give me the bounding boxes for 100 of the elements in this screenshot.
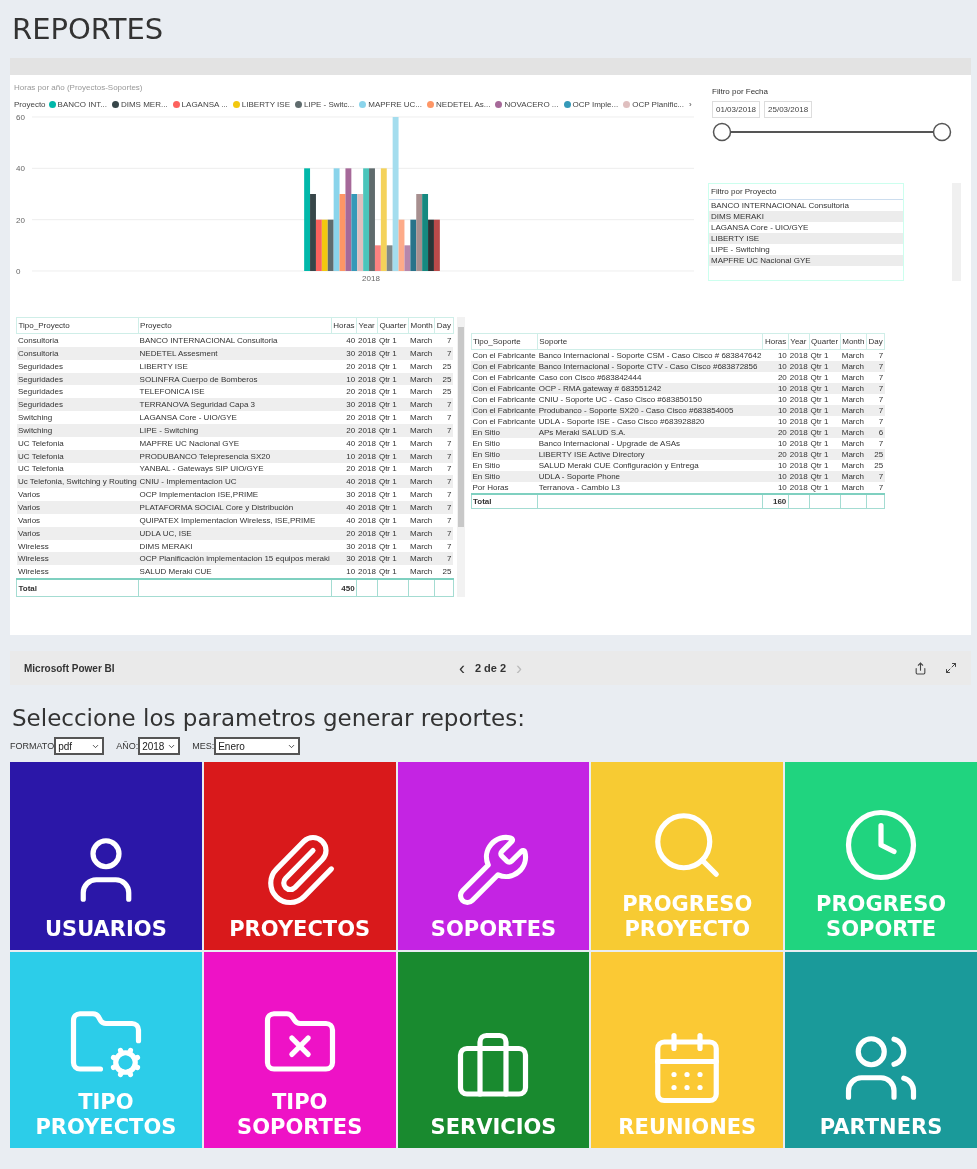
table-cell: TERRANOVA Seguridad Capa 3 bbox=[138, 398, 332, 412]
legend-label: DIMS MER... bbox=[120, 100, 168, 109]
column-header[interactable]: Horas bbox=[762, 333, 789, 350]
table-cell: 10 bbox=[762, 383, 789, 394]
table-cell: 10 bbox=[331, 565, 357, 580]
range-slider[interactable] bbox=[712, 121, 954, 143]
table-cell: Por Horas bbox=[471, 482, 538, 494]
table-cell: En Sitio bbox=[471, 427, 538, 438]
table-cell: BANCO INTERNACIONAL Consultoria bbox=[138, 333, 332, 347]
table-cell-text: 2018 bbox=[357, 347, 377, 360]
table-cell: 20 bbox=[762, 427, 789, 438]
table-cell: 2018 bbox=[356, 385, 378, 399]
table-cell: 7 bbox=[434, 462, 453, 476]
table-cell: March bbox=[408, 513, 435, 527]
axis-tick-label: 20 bbox=[16, 215, 25, 225]
select-field[interactable]: 2018 bbox=[138, 737, 181, 755]
previous-page-button[interactable]: ‹ bbox=[458, 659, 465, 677]
slicer-item[interactable]: DIMS MERAKI bbox=[709, 211, 903, 222]
column-header[interactable]: Horas bbox=[331, 317, 357, 334]
table-cell: Qtr 1 bbox=[377, 333, 409, 347]
table-cell: March bbox=[408, 526, 435, 540]
date-field[interactable]: 25/03/2018 bbox=[764, 101, 813, 118]
axis-tick-label: 40 bbox=[16, 164, 25, 174]
table-cell: 7 bbox=[866, 383, 885, 394]
table-cell: 40 bbox=[331, 436, 357, 450]
table-cell-text: 2018 bbox=[788, 471, 809, 482]
table-cell-text: 2018 bbox=[357, 463, 377, 476]
table-cell: YANBAL - Gateways SIP UIO/GYE bbox=[138, 462, 332, 476]
table-cell: OCP Implementacion ISE,PRIME bbox=[138, 488, 332, 502]
table-cell: Consultoria bbox=[16, 346, 139, 360]
slicer-item[interactable]: LIBERTY ISE bbox=[709, 233, 903, 244]
table-cell: Varios bbox=[16, 488, 139, 502]
field-label: AÑO: bbox=[116, 741, 139, 751]
axis-tick-label: 60 bbox=[16, 113, 25, 122]
column-header[interactable]: Soporte bbox=[537, 333, 763, 350]
table-cell: March bbox=[840, 438, 867, 449]
table-cell: Banco Internacional - Soporte CTV - Caso Cisco #683872856 bbox=[537, 361, 763, 372]
column-header[interactable]: Month bbox=[408, 317, 435, 334]
legend-more[interactable]: › bbox=[689, 100, 692, 109]
column-header[interactable]: Quarter bbox=[377, 317, 409, 334]
slicer-item[interactable]: MAPFRE UC Nacional GYE bbox=[709, 255, 903, 266]
table-cell: 25 bbox=[434, 359, 453, 373]
table-cell-text: OCP Planificación implementacion 15 equipos meraki bbox=[138, 553, 331, 566]
table-cell-text: 2018 bbox=[357, 527, 377, 540]
table-cell: Qtr 1 bbox=[377, 424, 409, 437]
table-cell: 20 bbox=[331, 359, 357, 373]
form-heading: Seleccione los parametros generar reportes: bbox=[12, 705, 526, 731]
report-tile[interactable]: PROYECTOS bbox=[203, 762, 396, 950]
table-cell: Banco Internacional - Upgrade de ASAs bbox=[537, 438, 763, 449]
table-cell: LIBERTY ISE Active Directory bbox=[537, 449, 763, 460]
column-header[interactable]: Year bbox=[356, 317, 378, 334]
table-cell: March bbox=[408, 539, 435, 553]
column-header[interactable]: Proyecto bbox=[138, 317, 332, 334]
column-header[interactable]: Month bbox=[840, 333, 867, 350]
table-cell: 40 bbox=[331, 513, 357, 527]
report-tile[interactable]: SERVICIOS bbox=[397, 952, 590, 1148]
table-cell: LAGANSA Core - UIO/GYE bbox=[138, 411, 332, 424]
table-cell: UC Telefonia bbox=[16, 462, 139, 476]
table-cell: CNIU - Implementacion UC bbox=[138, 475, 332, 489]
table-cell-text: Con el Fabricante bbox=[471, 361, 537, 372]
expand-icon[interactable] bbox=[945, 661, 957, 675]
brand-label: Microsoft Power BI bbox=[24, 662, 116, 674]
table-cell: Qtr 1 bbox=[809, 416, 841, 427]
table-cell-text: 2018 bbox=[357, 553, 377, 566]
table-cell: MAPFRE UC Nacional GYE bbox=[138, 436, 332, 450]
table-cell: Qtr 1 bbox=[809, 394, 841, 405]
table-cell: Qtr 1 bbox=[377, 346, 409, 360]
table-cell: 7 bbox=[434, 411, 453, 424]
scrollbar[interactable] bbox=[456, 317, 465, 597]
table-cell: 2018 bbox=[356, 436, 378, 450]
table-cell: March bbox=[408, 436, 435, 450]
table-cell: 2018 bbox=[356, 333, 378, 347]
table-cell-text: Con el Fabricante bbox=[471, 350, 537, 361]
table-cell: 10 bbox=[762, 405, 789, 416]
report-tile[interactable]: USUARIOS bbox=[10, 762, 202, 950]
select-field[interactable]: pdf bbox=[54, 737, 105, 755]
column-header[interactable]: Year bbox=[788, 333, 810, 350]
column-header[interactable]: Tipo_Soporte bbox=[471, 333, 538, 350]
page-indicator: 2 de 2 bbox=[474, 662, 507, 674]
column-header[interactable]: Day bbox=[866, 333, 885, 350]
share-icon[interactable] bbox=[914, 661, 927, 675]
table-cell: March bbox=[408, 488, 435, 502]
table-cell-text: 2018 bbox=[357, 476, 377, 489]
table-cell: Qtr 1 bbox=[809, 471, 841, 482]
table-cell: 2018 bbox=[356, 411, 378, 424]
report-tile[interactable]: TIPO SOPORTES bbox=[203, 952, 396, 1148]
table-cell: 20 bbox=[331, 411, 357, 424]
table-cell: Qtr 1 bbox=[377, 398, 409, 412]
table-cell: 7 bbox=[434, 501, 453, 514]
table-cell: Qtr 1 bbox=[377, 526, 409, 540]
column-header[interactable]: Quarter bbox=[809, 333, 841, 350]
column-header[interactable]: Tipo_Proyecto bbox=[16, 317, 139, 334]
report-tile[interactable]: SOPORTES bbox=[397, 762, 590, 950]
date-field[interactable]: 01/03/2018 bbox=[712, 101, 761, 118]
table-cell-text: 2018 bbox=[788, 449, 809, 460]
table-cell: Qtr 1 bbox=[377, 565, 409, 580]
column-header[interactable]: Day bbox=[434, 317, 453, 334]
table-cell: Qtr 1 bbox=[809, 372, 841, 383]
table-cell: Wireless bbox=[16, 552, 139, 566]
select-field[interactable]: Enero bbox=[214, 737, 301, 755]
